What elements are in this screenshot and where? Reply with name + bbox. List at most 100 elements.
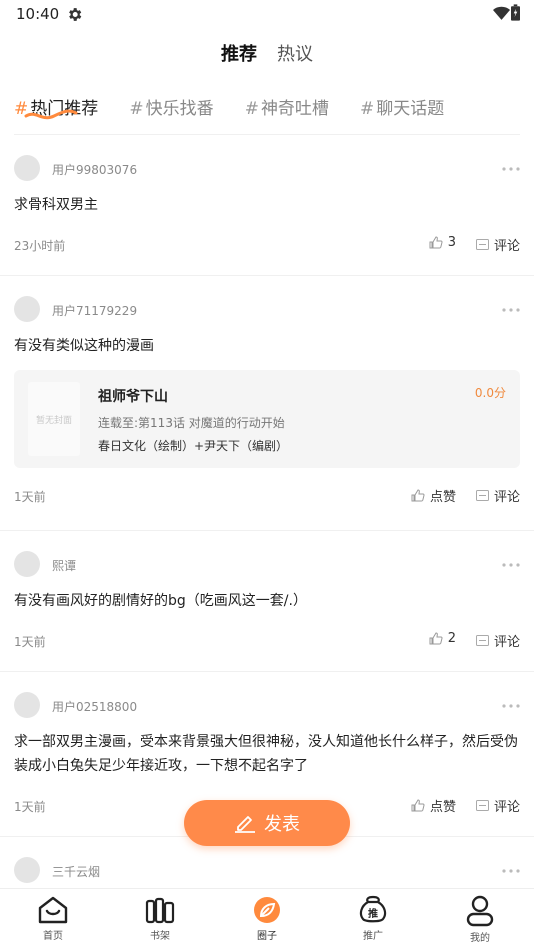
settings-gear-icon bbox=[69, 8, 82, 21]
post-time: 1天前 bbox=[14, 635, 46, 649]
comment-label: 评论 bbox=[493, 800, 520, 815]
topic-hot-recommend[interactable]: # 热门推荐 bbox=[14, 94, 98, 120]
topic-label: 聊天话题 bbox=[376, 99, 445, 119]
topic-label: 快乐找番 bbox=[145, 99, 214, 119]
pencil-icon bbox=[235, 816, 255, 833]
topic-chat[interactable]: # 聊天话题 bbox=[360, 94, 444, 119]
post-content: 求骨科双男主 bbox=[14, 197, 98, 213]
publish-button[interactable]: 发表 bbox=[184, 800, 350, 846]
like-button[interactable]: 点赞 bbox=[411, 486, 456, 505]
post-header: 用户99803076 bbox=[14, 155, 520, 185]
book-score: 0.0分 bbox=[474, 386, 506, 400]
circle-icon bbox=[254, 897, 280, 923]
bookshelf-icon bbox=[145, 897, 175, 924]
topic-bar: # 热门推荐 # 快乐找番 # 神奇吐槽 # 聊天话题 bbox=[14, 94, 524, 124]
more-options-icon[interactable] bbox=[502, 704, 520, 708]
book-progress: 连载至:第113话 对魔道的行动开始 bbox=[98, 416, 285, 430]
username[interactable]: 用户99803076 bbox=[52, 161, 137, 178]
comment-label: 评论 bbox=[493, 239, 520, 254]
post-content: 有没有类似这种的漫画 bbox=[14, 338, 154, 354]
avatar[interactable] bbox=[14, 857, 40, 883]
hash-symbol: # bbox=[244, 99, 259, 119]
like-label: 点赞 bbox=[429, 800, 456, 815]
avatar[interactable] bbox=[14, 296, 40, 322]
nav-promote[interactable]: 推 推广 bbox=[343, 895, 403, 942]
avatar[interactable] bbox=[14, 155, 40, 181]
status-time: 10:40 bbox=[16, 5, 60, 23]
book-cover: 暂无封面 bbox=[28, 382, 80, 456]
post-card[interactable]: 用户99803076 求骨科双男主 23小时前 3 评论 bbox=[0, 135, 534, 276]
post-content: 有没有画风好的剧情好的bg（吃画风这一套/.） bbox=[14, 593, 307, 609]
cover-placeholder-text: 暂无封面 bbox=[35, 415, 72, 426]
status-bar: 10:40 bbox=[0, 0, 534, 30]
nav-label: 推广 bbox=[363, 931, 383, 942]
book-title: 祖师爷下山 bbox=[98, 389, 168, 405]
comment-label: 评论 bbox=[493, 635, 520, 650]
comment-icon bbox=[475, 635, 489, 646]
wifi-icon bbox=[493, 6, 510, 20]
username[interactable]: 用户71179229 bbox=[52, 302, 137, 319]
nav-bookshelf[interactable]: 书架 bbox=[130, 895, 190, 942]
publish-label: 发表 bbox=[264, 814, 300, 835]
topic-happy-find[interactable]: # 快乐找番 bbox=[129, 94, 213, 119]
post-footer: 23小时前 3 评论 bbox=[14, 229, 520, 263]
comment-button[interactable]: 评论 bbox=[475, 631, 520, 650]
tab-recommend-label: 推荐 bbox=[221, 44, 257, 65]
post-header: 用户02518800 bbox=[14, 692, 520, 722]
tab-hot-discussion[interactable]: 热议 bbox=[277, 38, 313, 68]
nav-label: 书架 bbox=[150, 931, 170, 942]
nav-label: 我的 bbox=[470, 933, 490, 944]
nav-home[interactable]: 首页 bbox=[23, 895, 83, 942]
like-label: 点赞 bbox=[429, 490, 456, 505]
like-button[interactable]: 点赞 bbox=[411, 796, 456, 815]
more-options-icon[interactable] bbox=[502, 308, 520, 312]
book-card[interactable]: 暂无封面 祖师爷下山 0.0分 连载至:第113话 对魔道的行动开始 春日文化（… bbox=[14, 370, 520, 468]
like-button[interactable]: 2 bbox=[429, 631, 456, 646]
nav-circle[interactable]: 圈子 bbox=[237, 895, 297, 942]
nav-profile[interactable]: 我的 bbox=[450, 895, 510, 944]
post-content: 求一部双男主漫画，受本来背景强大但很神秘，没人知道他长什么样子，然后受伪装成小白… bbox=[14, 734, 518, 774]
comment-label: 评论 bbox=[493, 490, 520, 505]
active-swoosh-icon bbox=[24, 109, 78, 120]
comment-button[interactable]: 评论 bbox=[475, 486, 520, 505]
comment-button[interactable]: 评论 bbox=[475, 235, 520, 254]
post-header: 熙谭 bbox=[14, 551, 520, 581]
bottom-nav: 首页 书架 圈子 推 推广 我的 bbox=[0, 888, 534, 950]
post-footer: 1天前 点赞 评论 bbox=[14, 480, 520, 514]
comment-icon bbox=[475, 490, 489, 501]
more-options-icon[interactable] bbox=[502, 563, 520, 567]
post-time: 1天前 bbox=[14, 490, 46, 504]
avatar[interactable] bbox=[14, 692, 40, 718]
tab-hot-discussion-label: 热议 bbox=[277, 44, 313, 65]
like-button[interactable]: 3 bbox=[429, 235, 456, 250]
home-icon bbox=[38, 896, 68, 924]
username[interactable]: 熙谭 bbox=[52, 557, 76, 574]
comment-icon bbox=[475, 800, 489, 811]
promote-icon: 推 bbox=[359, 895, 387, 923]
thumbs-up-icon bbox=[429, 632, 443, 645]
nav-label: 首页 bbox=[43, 931, 63, 942]
topic-rant[interactable]: # 神奇吐槽 bbox=[245, 94, 329, 119]
post-footer: 1天前 2 评论 bbox=[14, 625, 520, 659]
username[interactable]: 用户02518800 bbox=[52, 698, 137, 715]
more-options-icon[interactable] bbox=[502, 167, 520, 171]
post-header: 用户71179229 bbox=[14, 296, 520, 326]
more-options-icon[interactable] bbox=[502, 869, 520, 873]
post-card[interactable]: 用户71179229 有没有类似这种的漫画 暂无封面 祖师爷下山 0.0分 连载… bbox=[0, 276, 534, 531]
thumbs-up-icon bbox=[411, 799, 425, 812]
like-count: 2 bbox=[447, 631, 456, 646]
battery-icon bbox=[511, 4, 520, 21]
username[interactable]: 三千云烟 bbox=[52, 863, 100, 880]
nav-label: 圈子 bbox=[257, 931, 277, 942]
post-time: 1天前 bbox=[14, 800, 46, 814]
tab-recommend[interactable]: 推荐 bbox=[219, 38, 259, 68]
post-card[interactable]: 熙谭 有没有画风好的剧情好的bg（吃画风这一套/.） 1天前 2 评论 bbox=[0, 531, 534, 672]
comment-button[interactable]: 评论 bbox=[475, 796, 520, 815]
comment-icon bbox=[475, 239, 489, 250]
profile-icon bbox=[466, 895, 494, 927]
thumbs-up-icon bbox=[411, 489, 425, 502]
avatar[interactable] bbox=[14, 551, 40, 577]
post-feed: 用户99803076 求骨科双男主 23小时前 3 评论 用户71179229 … bbox=[0, 135, 534, 897]
thumbs-up-icon bbox=[429, 236, 443, 249]
like-count: 3 bbox=[447, 235, 456, 250]
